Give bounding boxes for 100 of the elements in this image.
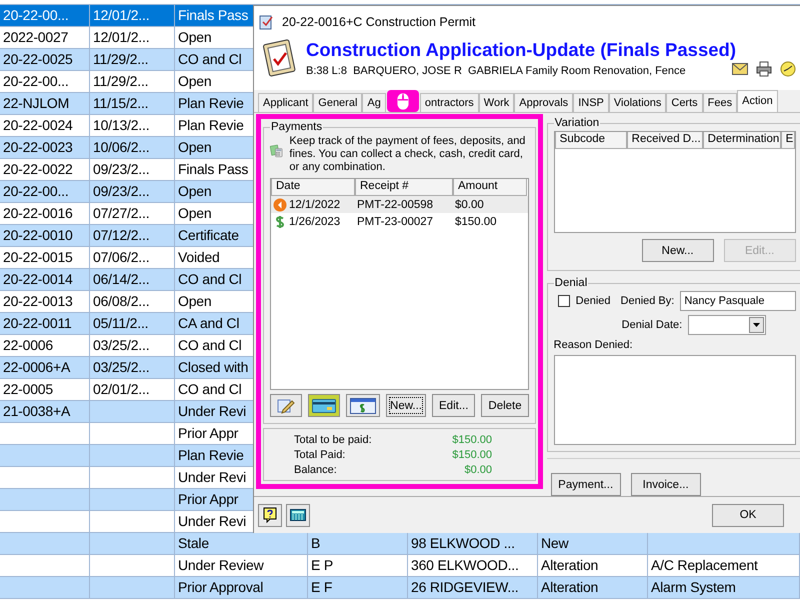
tab[interactable]: Applicant bbox=[258, 93, 314, 112]
payment-action-button[interactable]: Edit... bbox=[432, 394, 476, 417]
table-cell: 98 ELKWOOD ... bbox=[411, 535, 515, 551]
table-cell: CO and Cl bbox=[178, 337, 242, 353]
tab[interactable]: Work bbox=[478, 93, 514, 112]
check-icon bbox=[350, 398, 376, 414]
card-payment-button[interactable] bbox=[308, 394, 340, 417]
column-header[interactable]: Determination bbox=[702, 132, 781, 149]
table-cell: Under Revi bbox=[178, 469, 246, 485]
tab[interactable]: INSP bbox=[573, 93, 609, 112]
mail-icon[interactable] bbox=[732, 63, 748, 75]
table-row[interactable]: Under Review E P 360 ELKWOOD... Alteration A/C Replacement bbox=[0, 555, 800, 577]
table-cell: 02/01/2... bbox=[93, 381, 150, 397]
table-cell: 20-22-0025 bbox=[3, 51, 73, 67]
payments-description: Keep track of the payment of fees, deposits, and fines. You can collect a check, cash, credit card, or any combination. bbox=[289, 135, 526, 174]
tab[interactable]: Certs bbox=[666, 93, 703, 112]
denial-date-dropdown[interactable] bbox=[688, 315, 766, 335]
action-button[interactable]: Invoice... bbox=[630, 473, 701, 496]
table-cell: Open bbox=[178, 139, 212, 155]
table-cell: CO and Cl bbox=[178, 271, 242, 287]
field-label: Denial Date: bbox=[622, 319, 682, 331]
calculator-button[interactable] bbox=[286, 504, 310, 526]
table-cell: Under Revi bbox=[178, 513, 246, 529]
table-cell: 06/08/2... bbox=[93, 293, 150, 309]
table-cell: CA and Cl bbox=[178, 315, 240, 331]
table-cell: 20-22-00... bbox=[3, 7, 69, 23]
total-value: $150.00 bbox=[451, 448, 492, 463]
window-title: 20-22-0016+C Construction Permit bbox=[282, 14, 476, 28]
payment-action-button[interactable]: New... bbox=[386, 394, 426, 417]
field-label: Reason Denied: bbox=[554, 339, 634, 351]
action-button[interactable]: Payment... bbox=[550, 473, 621, 496]
column-header[interactable]: Received D... bbox=[626, 132, 703, 149]
total-label: Total Paid: bbox=[294, 448, 346, 463]
edit-payment-button[interactable] bbox=[270, 394, 302, 417]
payment-action-button[interactable]: Delete bbox=[481, 394, 529, 417]
table-cell: 1/26/2023 bbox=[289, 216, 340, 228]
calculator-icon bbox=[290, 509, 306, 521]
table-cell: 20-22-0022 bbox=[3, 161, 73, 177]
column-header[interactable]: Date bbox=[271, 179, 355, 196]
column-header[interactable]: Amount bbox=[453, 179, 527, 196]
table-cell: Open bbox=[178, 183, 212, 199]
table-cell: 09/23/2... bbox=[93, 161, 150, 177]
table-cell: Open bbox=[178, 29, 212, 45]
tab[interactable]: Ag bbox=[362, 93, 386, 112]
tab[interactable]: Action bbox=[737, 90, 778, 112]
table-cell: 20-22-0024 bbox=[3, 117, 73, 133]
table-cell: 12/1/2022 bbox=[289, 198, 340, 210]
table-cell: Alteration bbox=[541, 579, 598, 595]
clock-icon[interactable] bbox=[780, 61, 796, 77]
column-header[interactable]: E bbox=[780, 132, 795, 149]
table-cell: Plan Revie bbox=[178, 117, 244, 133]
table-cell: Prior Appr bbox=[178, 491, 238, 507]
tab[interactable]: ontractors bbox=[420, 93, 479, 112]
denied-checkbox[interactable] bbox=[558, 295, 570, 307]
table-cell: Alarm System bbox=[651, 579, 736, 595]
caret-icon bbox=[753, 323, 760, 327]
tab[interactable]: General bbox=[313, 93, 362, 112]
table-cell: B bbox=[311, 535, 320, 551]
pencil-icon bbox=[277, 398, 295, 414]
table-cell: $0.00 bbox=[455, 198, 484, 210]
table-cell: Under Review bbox=[178, 557, 264, 573]
total-label: Balance: bbox=[294, 463, 338, 478]
payment-row[interactable]: 1/26/2023 PMT-23-00027 $150.00 bbox=[271, 213, 528, 230]
payment-row[interactable]: 12/1/2022 PMT-22-00598 $0.00 bbox=[271, 196, 528, 213]
table-cell: 26 RIDGEVIEW... bbox=[411, 579, 518, 595]
table-cell: 06/14/2... bbox=[93, 271, 150, 287]
group-label: Denial bbox=[554, 277, 588, 289]
total-value: $150.00 bbox=[451, 433, 492, 448]
table-cell: Prior Appr bbox=[178, 425, 238, 441]
table-row[interactable]: Stale B 98 ELKWOOD ... New bbox=[0, 533, 800, 555]
table-cell: 20-22-0023 bbox=[3, 139, 73, 155]
table-cell: Finals Pass bbox=[178, 161, 248, 177]
column-header[interactable]: Subcode bbox=[554, 132, 627, 149]
table-cell: Open bbox=[178, 205, 212, 221]
tab[interactable]: Approvals bbox=[514, 93, 574, 112]
ok-button[interactable]: OK bbox=[712, 504, 784, 526]
help-button[interactable] bbox=[258, 504, 282, 526]
permit-summary: B:38 L:8 BARQUERO, JOSE R GABRIELA Family Room Renovation, Fence bbox=[306, 64, 686, 77]
printer-icon[interactable] bbox=[756, 61, 772, 77]
table-cell: Under Revi bbox=[178, 403, 246, 419]
variation-button[interactable]: New... bbox=[642, 239, 714, 262]
table-cell: E F bbox=[311, 579, 332, 595]
tab[interactable]: Violations bbox=[608, 93, 666, 112]
tab[interactable]: Fees bbox=[702, 93, 738, 112]
table-cell: Plan Revie bbox=[178, 95, 244, 111]
table-cell: 20-22-0013 bbox=[3, 293, 73, 309]
table-cell: 20-22-0011 bbox=[3, 315, 72, 331]
table-cell: 05/11/2... bbox=[93, 315, 148, 331]
table-row[interactable]: Prior Approval E F 26 RIDGEVIEW... Alteration Alarm System bbox=[0, 577, 800, 599]
reason-field[interactable] bbox=[554, 355, 796, 445]
dialog-heading: Construction Application-Update (Finals Passed) bbox=[306, 39, 737, 61]
group-label: Variation bbox=[554, 117, 600, 129]
total-value: $0.00 bbox=[463, 463, 492, 478]
table-cell: Open bbox=[178, 293, 212, 309]
table-cell: E P bbox=[311, 557, 333, 573]
table-cell: Certificate bbox=[178, 227, 239, 243]
check-payment-button[interactable] bbox=[346, 394, 380, 417]
table-cell: PMT-23-00027 bbox=[357, 216, 434, 228]
denied-by-field[interactable]: Nancy Pasquale bbox=[680, 291, 796, 311]
column-header[interactable]: Receipt # bbox=[355, 179, 453, 196]
